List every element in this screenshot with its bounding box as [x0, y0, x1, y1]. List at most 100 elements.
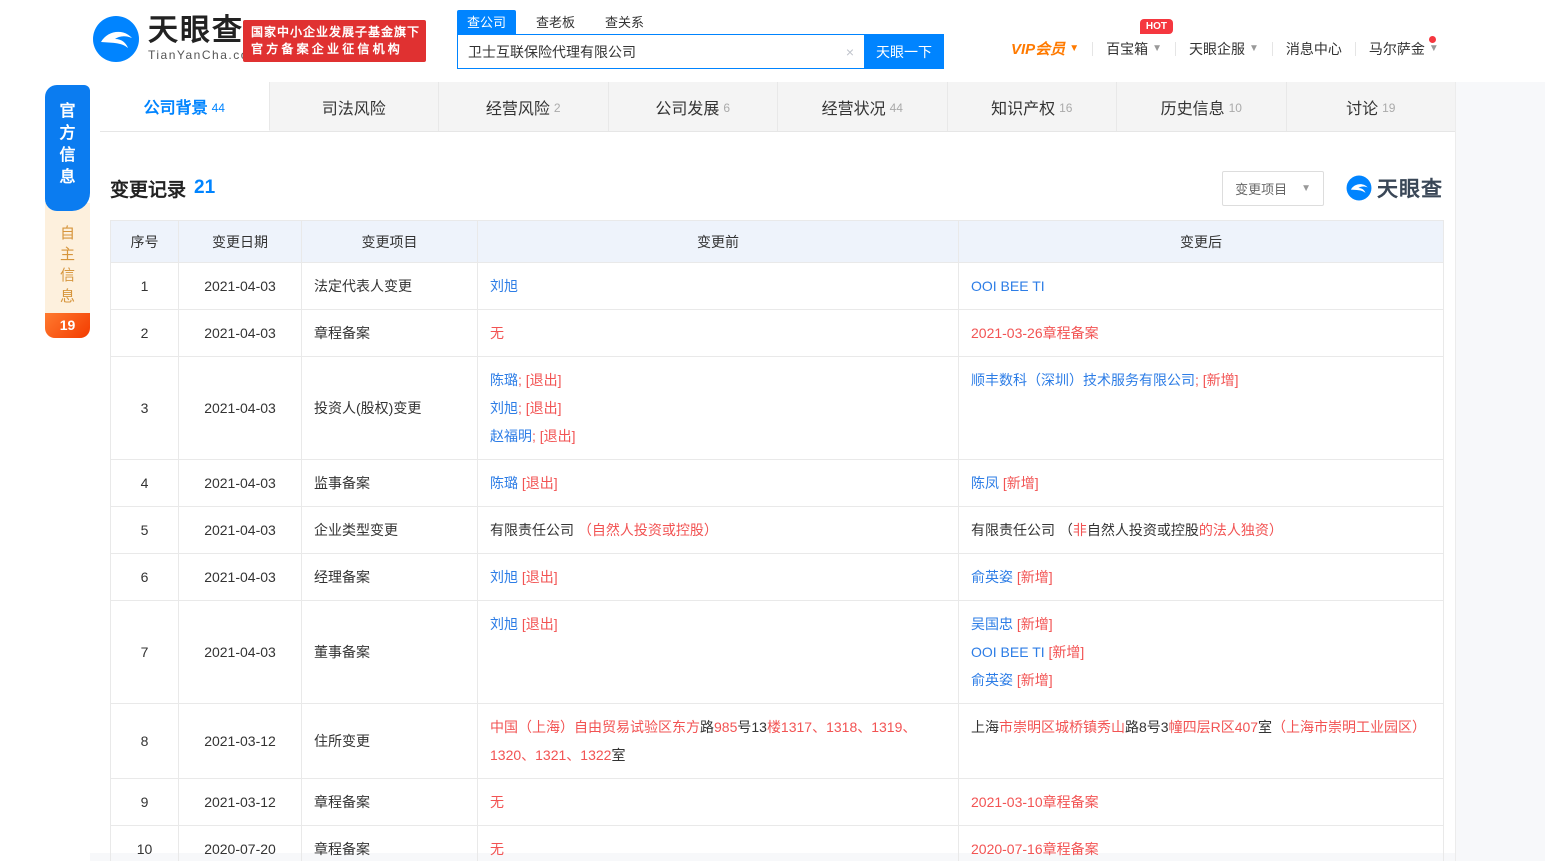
entity-link[interactable]: OOI BEE TI — [971, 278, 1045, 294]
tab-6[interactable]: 知识产权16 — [948, 82, 1118, 131]
tab-8[interactable]: 讨论19 — [1287, 82, 1456, 131]
cell-change-date: 2020-07-20 — [179, 826, 302, 861]
cell-line: OOI BEE TI — [971, 272, 1431, 300]
side-tabs: 官方信息 自主信息19 — [45, 85, 90, 338]
search-button[interactable]: 天眼一下 — [864, 34, 944, 69]
cell-change-item: 住所变更 — [302, 704, 478, 779]
watermark-logo: 天眼查 — [1346, 173, 1443, 203]
change-text: 上海 — [971, 719, 999, 735]
cell-change-after: 2021-03-10章程备案 — [959, 779, 1444, 826]
cell-change-after: 吴国忠 [新增]OOI BEE TI [新增]俞英姿 [新增] — [959, 601, 1444, 704]
cert-badge: 国家中小企业发展子基金旗下 官方备案企业征信机构 — [243, 20, 426, 62]
change-text: ; [退出] — [532, 428, 576, 444]
entity-link[interactable]: 刘旭 — [490, 278, 518, 294]
entity-link[interactable]: 顺丰数科（深圳）技术服务有限公司 — [971, 372, 1195, 388]
tianyancha-logo[interactable]: 天眼查 TianYanCha.com — [92, 15, 260, 63]
table-row: 52021-04-03企业类型变更有限责任公司 （自然人投资或控股）有限责任公司… — [111, 507, 1444, 554]
change-text: ; [退出] — [518, 400, 562, 416]
self-info-badge: 19 — [45, 313, 90, 338]
tab-label: 经营状况 — [822, 95, 886, 119]
change-item-filter-dropdown[interactable]: 变更项目 ▼ — [1222, 171, 1324, 206]
watermark-text: 天眼查 — [1377, 173, 1443, 203]
cell-index: 8 — [111, 704, 179, 779]
entity-link[interactable]: 吴国忠 — [971, 616, 1013, 632]
change-text: [退出] — [518, 475, 558, 491]
change-text: 号13 — [737, 719, 767, 735]
tab-7[interactable]: 历史信息 10 — [1117, 82, 1287, 131]
change-text: ; [退出] — [518, 372, 562, 388]
nav-messages[interactable]: 消息中心 — [1273, 39, 1355, 59]
clear-icon[interactable]: × — [836, 44, 864, 60]
table-row: 102020-07-20章程备案无2020-07-16章程备案 — [111, 826, 1444, 861]
tab-4[interactable]: 公司发展6 — [609, 82, 779, 131]
tab-5[interactable]: 经营状况44 — [778, 82, 948, 131]
change-text: 自然人投资或控股 — [1087, 522, 1199, 538]
entity-link[interactable]: 陈璐 — [490, 475, 518, 491]
side-tab-char: 信 — [60, 265, 75, 286]
cell-line: 顺丰数科（深圳）技术服务有限公司; [新增] — [971, 366, 1431, 394]
column-header: 变更后 — [959, 221, 1444, 263]
nav-vip[interactable]: VIP会员 ▼ — [998, 38, 1092, 59]
cell-change-date: 2021-04-03 — [179, 460, 302, 507]
entity-link[interactable]: 陈璐 — [490, 372, 518, 388]
change-text: 有限责任公司 （ — [971, 522, 1073, 538]
column-header: 序号 — [111, 221, 179, 263]
main-content: 变更记录 21 变更项目 ▼ 天眼查 序号变更日期变更项目变更前变更后 — [110, 132, 1443, 861]
change-text: 2021-03-26章程备案 — [971, 325, 1099, 341]
cell-line: 刘旭 [退出] — [490, 563, 946, 591]
side-tab-self-info[interactable]: 自主信息19 — [45, 203, 90, 338]
tab-label: 讨论 — [1346, 95, 1378, 119]
entity-link[interactable]: 刘旭 — [490, 400, 518, 416]
table-header-row: 序号变更日期变更项目变更前变更后 — [111, 221, 1444, 263]
search-input[interactable] — [458, 44, 836, 60]
side-tab-official-info[interactable]: 官方信息 — [45, 85, 90, 211]
change-text: 幢四层R区407 — [1169, 719, 1258, 735]
change-records-table: 序号变更日期变更项目变更前变更后 12021-04-03法定代表人变更刘旭OOI… — [110, 220, 1444, 861]
change-text: 2020-07-16章程备案 — [971, 841, 1099, 857]
tab-1[interactable]: 公司背景44 — [100, 82, 270, 131]
cell-change-before: 刘旭 [退出] — [478, 601, 959, 704]
cell-change-date: 2021-04-03 — [179, 310, 302, 357]
table-row: 32021-04-03投资人(股权)变更陈璐; [退出]刘旭; [退出]赵福明;… — [111, 357, 1444, 460]
cert-badge-line1: 国家中小企业发展子基金旗下 — [251, 24, 418, 41]
tab-label: 历史信息 — [1161, 95, 1225, 119]
entity-link[interactable]: 陈凤 — [971, 475, 999, 491]
search-tab-company[interactable]: 查公司 — [457, 10, 516, 34]
cell-line: 陈凤 [新增] — [971, 469, 1431, 497]
cell-change-item: 监事备案 — [302, 460, 478, 507]
change-text: [新增] — [999, 475, 1039, 491]
cell-line: 无 — [490, 319, 946, 347]
cell-line: 俞英姿 [新增] — [971, 563, 1431, 591]
cell-line: OOI BEE TI [新增] — [971, 638, 1431, 666]
change-text: 有限责任公司 — [490, 522, 578, 538]
entity-link[interactable]: 刘旭 — [490, 569, 518, 585]
cell-line: 刘旭 [退出] — [490, 610, 946, 638]
change-text: 的法人独资） — [1199, 522, 1283, 538]
tab-3[interactable]: 经营风险2 — [439, 82, 609, 131]
filter-label: 变更项目 — [1235, 179, 1287, 198]
cell-index: 3 — [111, 357, 179, 460]
tab-count: 10 — [1229, 101, 1242, 115]
entity-link[interactable]: 刘旭 — [490, 616, 518, 632]
entity-link[interactable]: 俞英姿 — [971, 569, 1013, 585]
entity-link[interactable]: 俞英姿 — [971, 672, 1013, 688]
cell-line: 刘旭 — [490, 272, 946, 300]
tab-2[interactable]: 司法风险 — [270, 82, 440, 131]
side-tab-char: 自 — [60, 223, 75, 244]
entity-link[interactable]: OOI BEE TI — [971, 644, 1045, 660]
nav-treasure[interactable]: HOT 百宝箱 ▼ — [1093, 39, 1175, 59]
entity-link[interactable]: 赵福明 — [490, 428, 532, 444]
search-tab-boss[interactable]: 查老板 — [526, 10, 585, 34]
cell-index: 9 — [111, 779, 179, 826]
chevron-down-icon: ▼ — [1069, 43, 1079, 54]
cell-change-after: 俞英姿 [新增] — [959, 554, 1444, 601]
cell-change-before: 无 — [478, 826, 959, 861]
nav-user[interactable]: 马尔萨金 ▼ — [1356, 39, 1452, 59]
change-text: 非 — [1073, 522, 1087, 538]
cell-line: 陈璐 [退出] — [490, 469, 946, 497]
search-tab-relation[interactable]: 查关系 — [595, 10, 654, 34]
nav-enterprise[interactable]: 天眼企服 ▼ — [1176, 39, 1272, 59]
top-nav: VIP会员 ▼ HOT 百宝箱 ▼ 天眼企服 ▼ 消息中心 马尔萨金 — [998, 38, 1452, 59]
nav-treasure-label: 百宝箱 — [1106, 39, 1148, 59]
table-row: 22021-04-03章程备案无2021-03-26章程备案 — [111, 310, 1444, 357]
